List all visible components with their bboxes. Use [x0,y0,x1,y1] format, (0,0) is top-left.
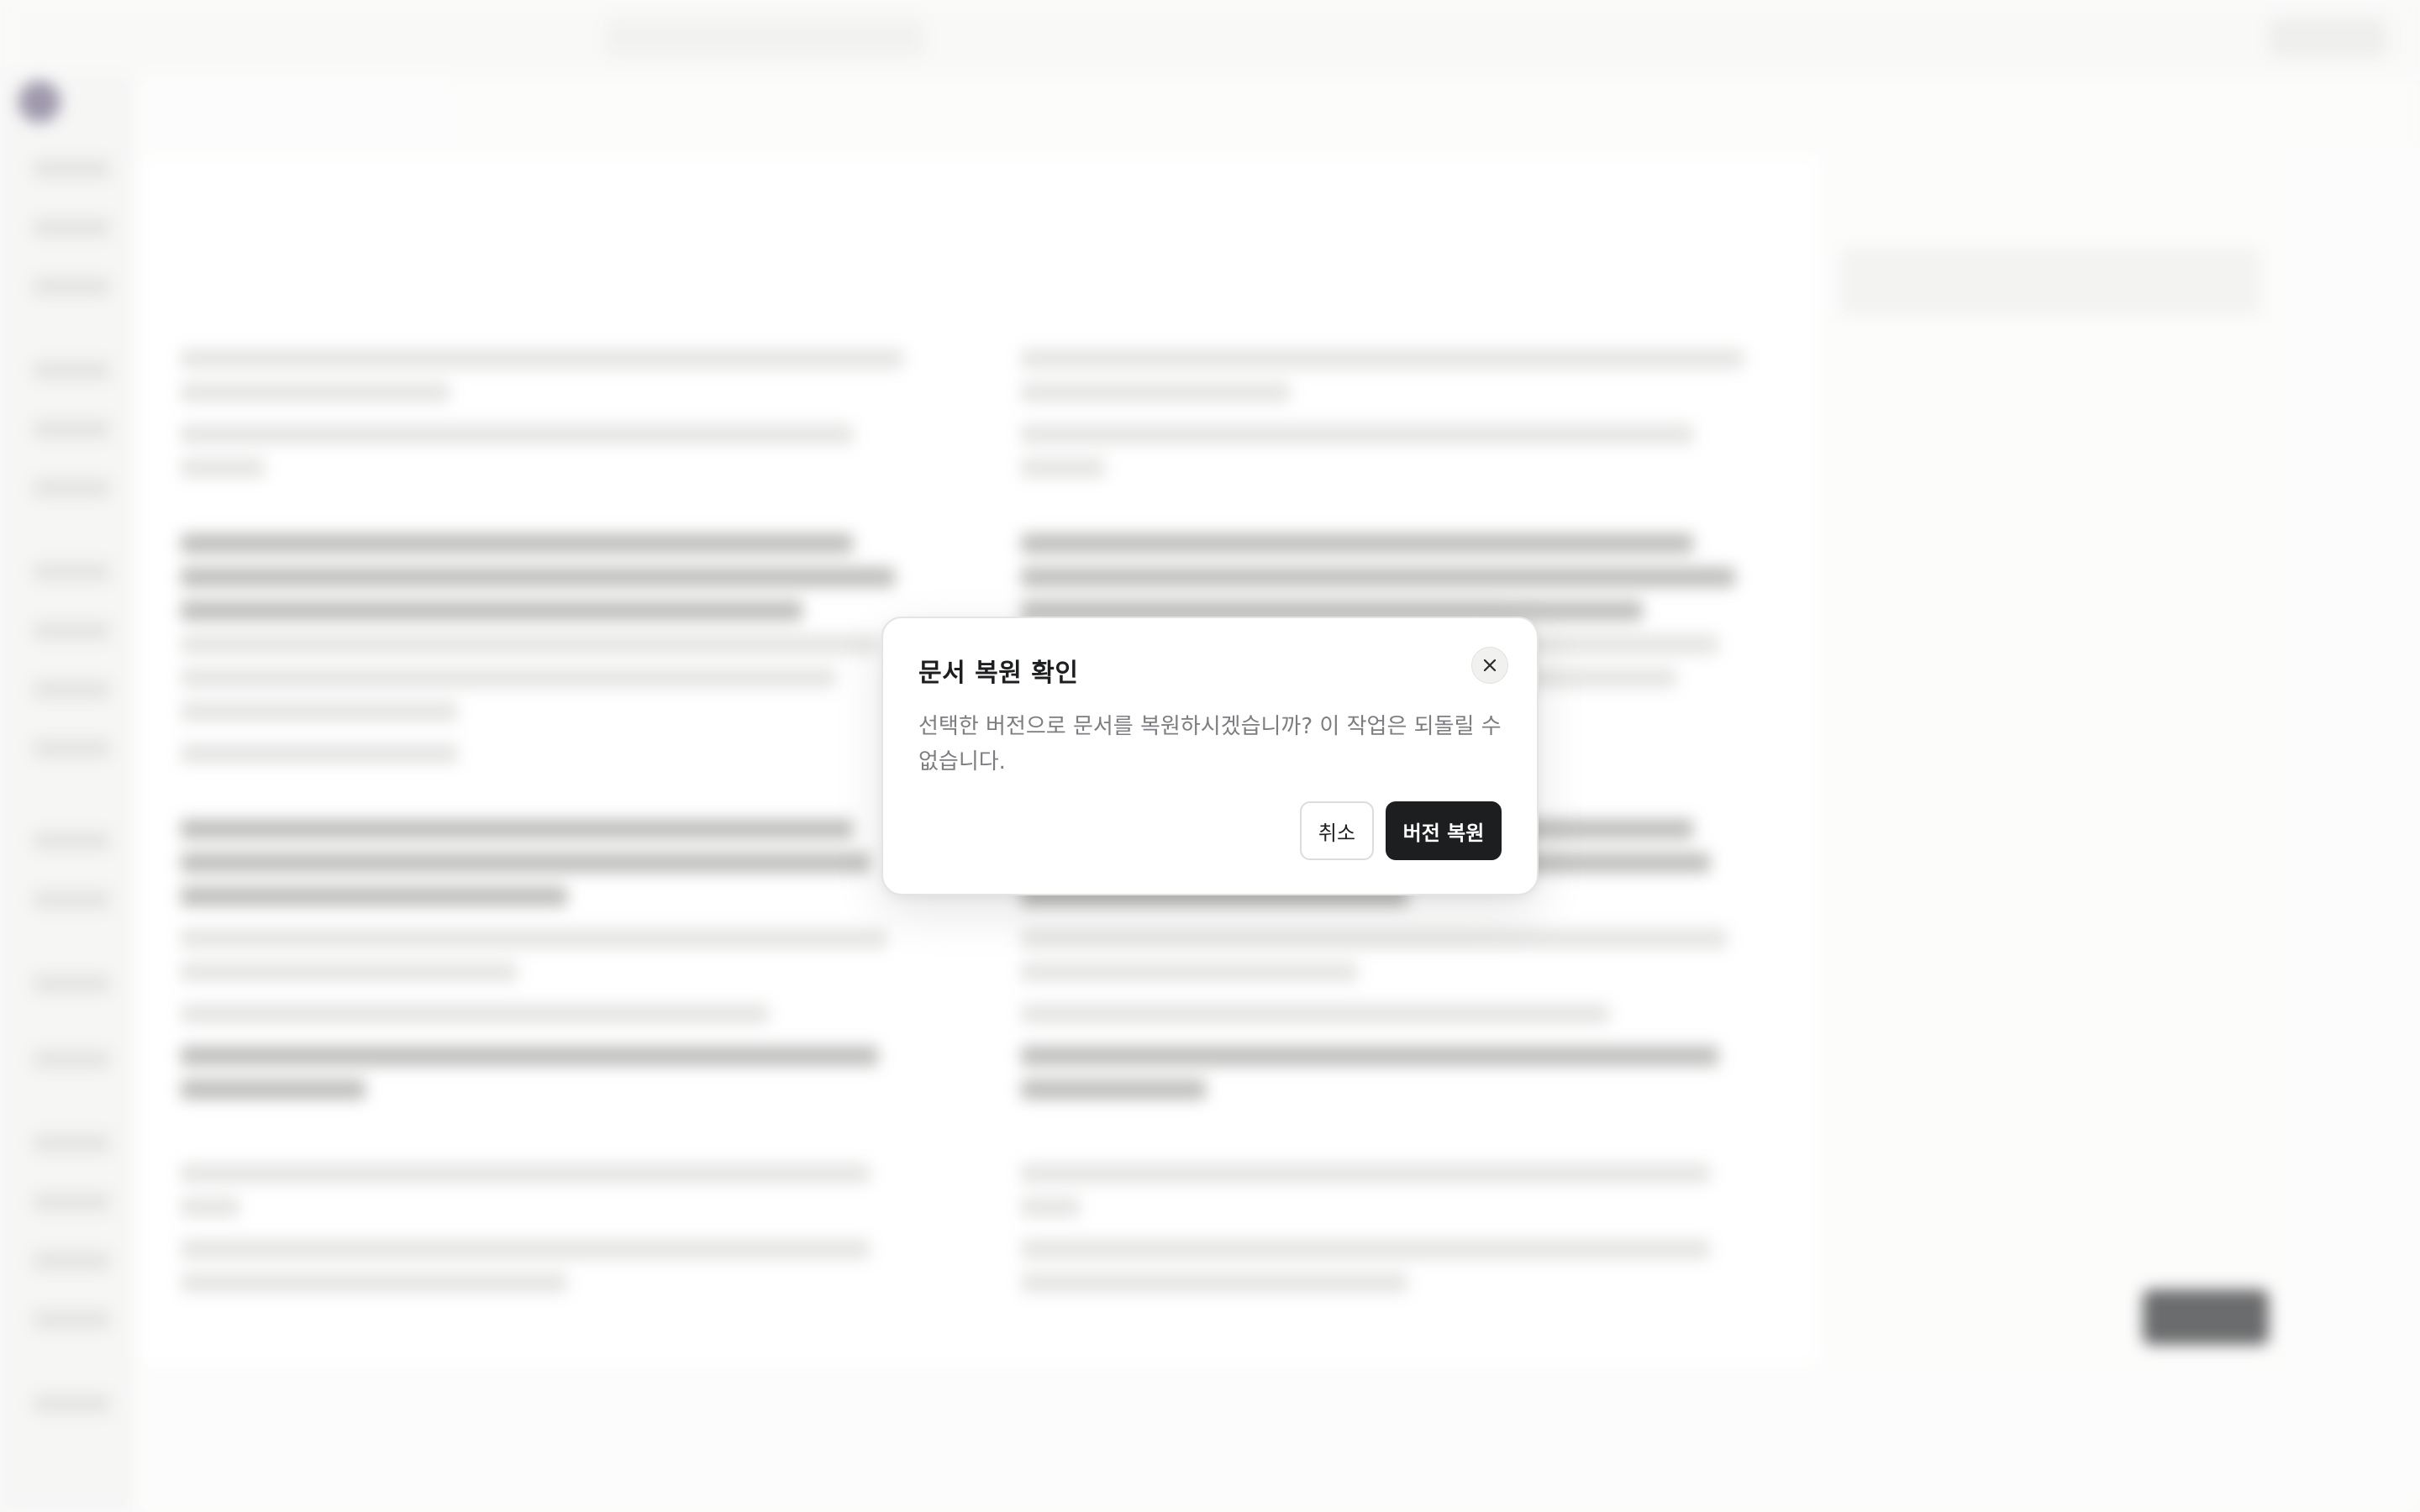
cancel-button[interactable]: 취소 [1300,801,1374,860]
dialog-actions: 취소 버전 복원 [1300,801,1502,860]
dialog-message: 선택한 버전으로 문서를 복원하시겠습니까? 이 작업은 되돌릴 수 없습니다. [918,714,1502,774]
dialog-title: 문서 복원 확인 [918,659,1079,688]
close-button[interactable] [1471,647,1508,684]
restore-version-button[interactable]: 버전 복원 [1386,801,1502,860]
close-icon [1483,659,1497,672]
restore-confirm-dialog: 문서 복원 확인 선택한 버전으로 문서를 복원하시겠습니까? 이 작업은 되돌… [881,617,1539,895]
